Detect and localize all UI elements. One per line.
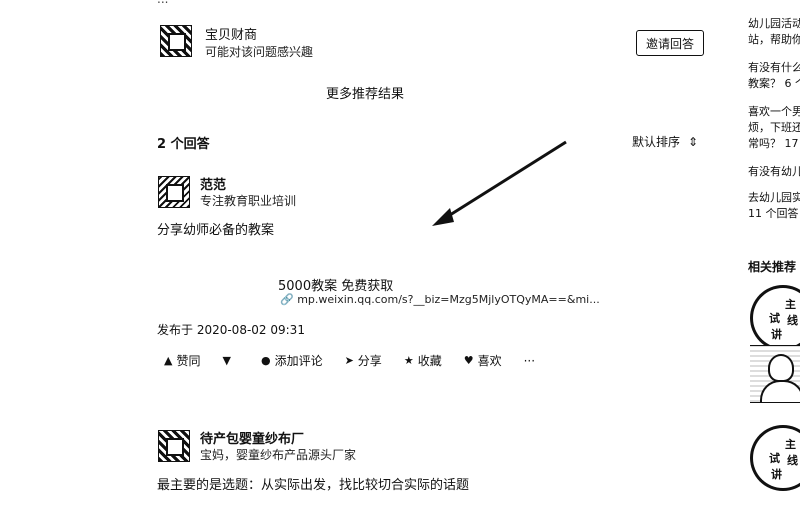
answer-action-bar: ▲ 赞同 ▼ ● 添加评论 ➤ 分享 ★ 收藏 ♥ 喜欢 ··· bbox=[164, 352, 557, 369]
related-thumbnail[interactable]: 主 试 线 讲 bbox=[750, 425, 800, 491]
answer-author-bio: 专注教育职业培训 bbox=[200, 194, 297, 208]
upvote-button[interactable]: ▲ 赞同 bbox=[164, 352, 200, 369]
sidebar-question-link[interactable]: 去幼儿园实 11 个回答 bbox=[748, 190, 800, 222]
link-card-url[interactable]: 🔗 mp.weixin.qq.com/s?__biz=Mzg5MjlyOTQyM… bbox=[280, 293, 600, 306]
upvote-label: 赞同 bbox=[176, 354, 201, 368]
sort-toggle-icon: ⇕ bbox=[688, 134, 699, 149]
sidebar-question-link[interactable]: 喜欢一个男 烦，下班还 常吗？ 17 bbox=[748, 104, 800, 152]
thumbnail-text: 试 bbox=[769, 312, 780, 325]
more-actions-button[interactable]: ··· bbox=[524, 354, 535, 368]
upvote-icon: ▲ bbox=[164, 354, 173, 367]
sort-label: 默认排序 bbox=[632, 135, 681, 149]
sidebar-question-line: 幼儿园活动 bbox=[748, 17, 800, 30]
recommended-user-name[interactable]: 宝贝财商 bbox=[205, 24, 257, 43]
answer-content: 最主要的是选题：从实际出发，找比较切合实际的话题 bbox=[157, 478, 470, 493]
favorite-label: 收藏 bbox=[417, 354, 442, 368]
related-thumbnail[interactable]: 主 试 线 讲 bbox=[750, 285, 800, 351]
thumbnail-text: 主 bbox=[785, 438, 796, 451]
thumbnail-text: 主 bbox=[785, 298, 796, 311]
favorite-button[interactable]: ★ 收藏 bbox=[404, 352, 442, 369]
recommended-user-subtitle: 可能对该问题感兴趣 bbox=[205, 45, 314, 59]
avatar[interactable] bbox=[158, 430, 190, 462]
comment-button[interactable]: ● 添加评论 bbox=[261, 352, 323, 369]
share-label: 分享 bbox=[357, 354, 382, 368]
downvote-icon: ▼ bbox=[222, 354, 231, 367]
sidebar-question-line: 站，帮助你 bbox=[748, 33, 800, 46]
link-card-title[interactable]: 5000教案 免费获取 bbox=[278, 275, 393, 294]
star-icon: ★ bbox=[403, 354, 414, 367]
thumbnail-text: 讲 bbox=[771, 468, 782, 481]
more-icon: ··· bbox=[523, 353, 536, 368]
like-button[interactable]: ♥ 喜欢 bbox=[464, 352, 502, 369]
answer-author-bio: 宝妈，婴童纱布产品源头厂家 bbox=[200, 448, 357, 462]
main-column: ... 宝贝财商 可能对该问题感兴趣 邀请回答 更多推荐结果 2 个回答 默认排… bbox=[0, 0, 730, 511]
sidebar-question-link[interactable]: 有没有什么 教案？ 6 个 bbox=[748, 60, 800, 92]
avatar[interactable] bbox=[158, 176, 190, 208]
downvote-button[interactable]: ▼ bbox=[222, 354, 230, 367]
sidebar-question-line: 教案？ 6 个 bbox=[748, 77, 800, 90]
share-button[interactable]: ➤ 分享 bbox=[345, 352, 382, 369]
link-icon: 🔗 bbox=[280, 293, 294, 306]
like-label: 喜欢 bbox=[477, 354, 502, 368]
portrait-image bbox=[760, 380, 800, 402]
sidebar: 幼儿园活动 站，帮助你 有没有什么 教案？ 6 个 喜欢一个男 烦，下班还 常吗… bbox=[730, 0, 800, 511]
thumbnail-text: 线 bbox=[787, 314, 798, 327]
sidebar-question-link[interactable]: 有没有幼儿 bbox=[748, 164, 800, 180]
sidebar-question-line: 烦，下班还 bbox=[748, 121, 800, 134]
thumbnail-text: 讲 bbox=[771, 328, 782, 341]
link-card-url-text: mp.weixin.qq.com/s?__biz=Mzg5MjlyOTQyMA=… bbox=[297, 293, 600, 306]
more-recommendations-link[interactable]: 更多推荐结果 bbox=[0, 83, 730, 102]
publish-date: 发布于 2020-08-02 09:31 bbox=[157, 323, 305, 337]
invite-answer-button[interactable]: 邀请回答 bbox=[636, 30, 704, 56]
sidebar-question-link[interactable]: 幼儿园活动 站，帮助你 bbox=[748, 16, 800, 48]
avatar[interactable] bbox=[160, 25, 192, 57]
thumbnail-text: 试 bbox=[769, 452, 780, 465]
portrait-image bbox=[768, 354, 794, 382]
related-thumbnail[interactable] bbox=[750, 345, 800, 403]
thumbnail-text: 线 bbox=[787, 454, 798, 467]
heart-icon: ♥ bbox=[463, 354, 474, 367]
answer-count: 2 个回答 bbox=[157, 137, 210, 152]
sidebar-question-line: 喜欢一个男 bbox=[748, 105, 800, 118]
truncated-text: ... bbox=[157, 0, 168, 6]
answer-author-name[interactable]: 范范 bbox=[200, 174, 226, 193]
share-icon: ➤ bbox=[344, 354, 354, 367]
sidebar-question-line: 去幼儿园实 bbox=[748, 191, 800, 204]
sort-dropdown[interactable]: 默认排序 ⇕ bbox=[632, 133, 698, 150]
answer-author-name[interactable]: 待产包婴童纱布厂 bbox=[200, 428, 304, 447]
sidebar-question-line: 常吗？ 17 bbox=[748, 137, 799, 150]
answer-content: 分享幼师必备的教案 bbox=[157, 223, 275, 238]
comment-label: 添加评论 bbox=[274, 354, 323, 368]
related-recommendations-heading: 相关推荐 bbox=[748, 260, 797, 274]
sidebar-question-line: 有没有幼儿 bbox=[748, 165, 800, 178]
sidebar-question-line: 有没有什么 bbox=[748, 61, 800, 74]
comment-icon: ● bbox=[260, 354, 271, 367]
arrow-annotation bbox=[432, 140, 567, 226]
sidebar-question-line: 11 个回答 bbox=[748, 207, 799, 220]
